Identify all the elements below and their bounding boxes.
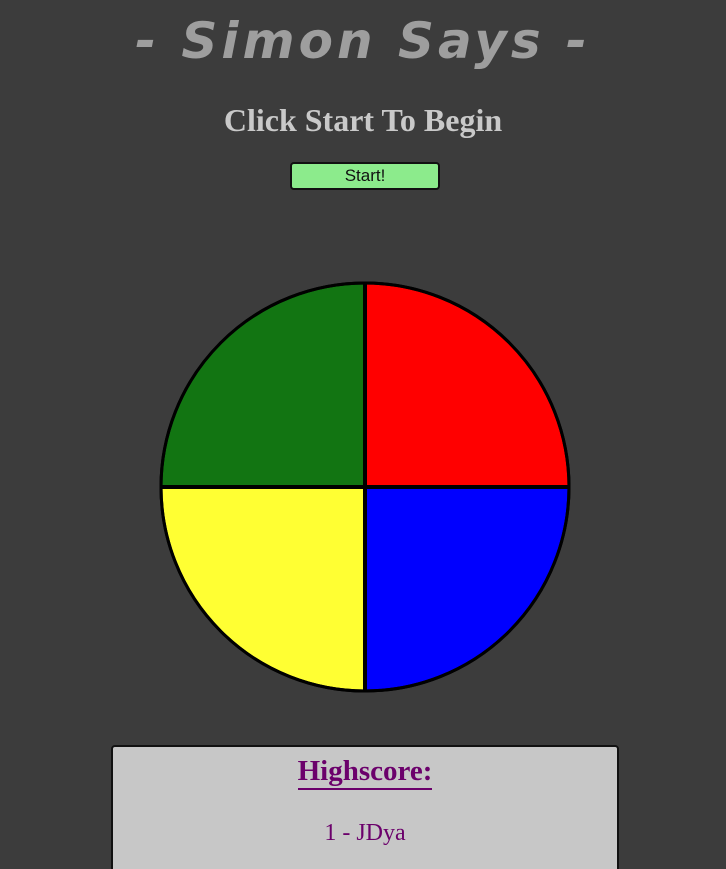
highscore-heading: Highscore:: [113, 753, 617, 790]
pad-red[interactable]: [363, 281, 571, 489]
game-title: - Simon Says -: [135, 12, 591, 70]
status-text: Click Start To Begin: [223, 102, 503, 138]
highscore-title: Highscore:: [297, 755, 433, 790]
simon-board: [159, 281, 571, 694]
start-button[interactable]: Start!: [290, 162, 440, 190]
highscore-panel: Highscore: 1 - JDya: [111, 745, 619, 869]
simon-board-svg: [159, 281, 571, 693]
highscore-entry: 1 - JDya: [324, 820, 406, 846]
pad-yellow[interactable]: [159, 485, 367, 693]
pad-blue[interactable]: [363, 485, 571, 693]
pad-green[interactable]: [159, 281, 367, 489]
